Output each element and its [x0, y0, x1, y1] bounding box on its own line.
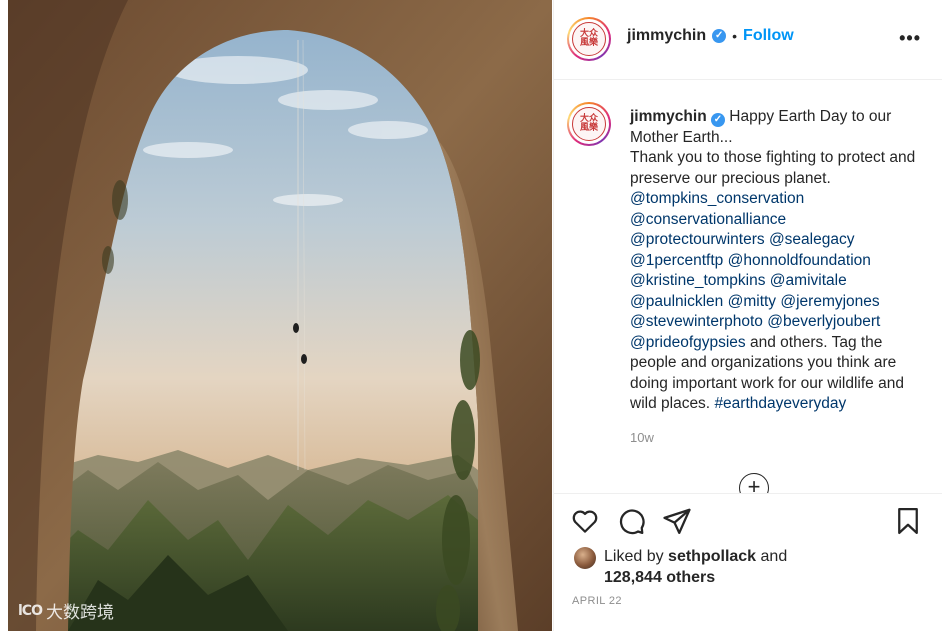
more-options-icon[interactable]: ••• [899, 28, 921, 49]
mentions-line-1: @tompkins_conservation [630, 189, 930, 210]
mention-link[interactable]: @protectourwinters [630, 231, 765, 248]
post-caption: jimmychin ✓ Happy Earth Day to our Mothe… [630, 107, 930, 415]
likes-conj: and [760, 548, 788, 565]
mentions-line-4: @1percentftp @honnoldfoundation [630, 251, 930, 272]
follow-button[interactable]: Follow [743, 27, 794, 45]
cave-arch-image [8, 0, 552, 631]
comments-section: 大众 風樂 jimmychin ✓ Happy Earth Day to our … [554, 81, 942, 493]
watermark-logo: lCO [18, 602, 43, 619]
verified-badge-icon: ✓ [710, 113, 725, 127]
post-actions: Liked by sethpollack and 128,844 others … [554, 493, 942, 631]
mention-link[interactable]: @sealegacy [769, 231, 855, 248]
seal-avatar-image: 大众 風樂 [572, 22, 606, 56]
load-more-comments-button[interactable]: + [739, 473, 769, 493]
mention-link[interactable]: @1percentftp [630, 252, 723, 269]
caption-avatar[interactable]: 大众 風樂 [567, 102, 611, 146]
mention-link[interactable]: @paulnicklen [630, 293, 723, 310]
verified-badge-icon: ✓ [712, 29, 727, 43]
caption-thanks: Thank you to those fighting to protect a… [630, 149, 916, 187]
mention-link[interactable]: @conservationalliance [630, 211, 786, 228]
mentions-line-2: @conservationalliance [630, 210, 930, 231]
mention-link[interactable]: @honnoldfoundation [728, 252, 871, 269]
seal-avatar-image: 大众 風樂 [572, 107, 606, 141]
mention-link[interactable]: @stevewinterphoto [630, 313, 763, 330]
mentions-line-3: @protectourwinters @sealegacy [630, 230, 930, 251]
comment-icon[interactable] [616, 506, 648, 538]
separator-dot: • [732, 28, 738, 44]
post-date[interactable]: APRIL 22 [572, 595, 622, 607]
mention-link[interactable]: @mitty [728, 293, 776, 310]
mentions-line-6: @paulnicklen @mitty @jeremyjones [630, 292, 930, 313]
mentions-line-7: @stevewinterphoto @beverlyjoubert [630, 312, 930, 333]
post-header: 大众 風樂 jimmychin ✓ • Follow ••• [554, 0, 942, 80]
bookmark-icon[interactable] [893, 506, 925, 538]
liker-avatar[interactable] [574, 547, 596, 569]
heart-icon[interactable] [570, 506, 602, 538]
post-sidebar: 大众 風樂 jimmychin ✓ • Follow ••• 大众 風樂 jimmy… [553, 0, 942, 631]
mention-link[interactable]: @prideofgypsies [630, 334, 746, 351]
mention-link[interactable]: @jeremyjones [780, 293, 879, 310]
likes-prefix: Liked by [604, 548, 664, 565]
likes-count[interactable]: 128,844 others [604, 569, 715, 586]
send-icon[interactable] [662, 506, 694, 538]
watermark: lCO 大数跨境 [18, 598, 114, 624]
liker-username[interactable]: sethpollack [668, 548, 756, 565]
mention-link[interactable]: @beverlyjoubert [767, 313, 880, 330]
caption-username[interactable]: jimmychin [630, 108, 707, 125]
watermark-text: 大数跨境 [45, 603, 114, 623]
header-username[interactable]: jimmychin [627, 27, 706, 45]
mentions-line-5: @kristine_tompkins @amivitale [630, 271, 930, 292]
likes-text: Liked by sethpollack and 128,844 others [604, 546, 787, 588]
caption-outro-line: @prideofgypsies and others. Tag the peop… [630, 333, 930, 415]
profile-avatar[interactable]: 大众 風樂 [567, 17, 611, 61]
hashtag-link[interactable]: #earthdayeveryday [714, 395, 846, 412]
post-photo[interactable]: lCO 大数跨境 [8, 0, 552, 631]
caption-time-ago[interactable]: 10w [630, 430, 654, 445]
likes-summary: Liked by sethpollack and 128,844 others [574, 546, 787, 588]
mention-link[interactable]: @tompkins_conservation [630, 190, 804, 207]
mention-link[interactable]: @amivitale [770, 272, 847, 289]
mention-link[interactable]: @kristine_tompkins [630, 272, 765, 289]
header-user-line: jimmychin ✓ • Follow [627, 27, 794, 45]
